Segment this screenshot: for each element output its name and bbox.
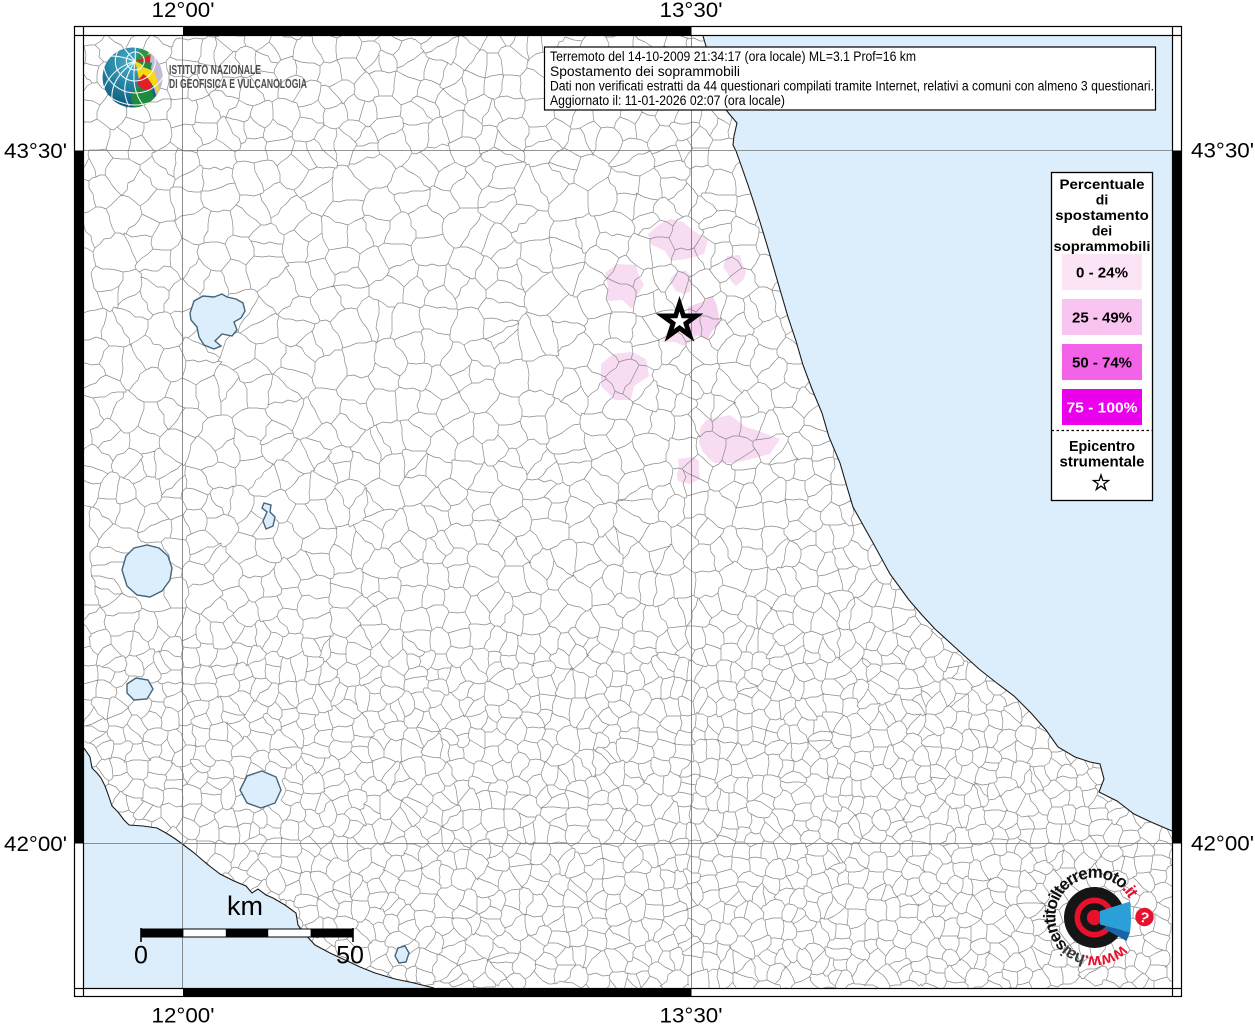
svg-text:43°30': 43°30' bbox=[1191, 139, 1254, 163]
svg-text:0: 0 bbox=[134, 942, 148, 970]
svg-text:25 - 49%: 25 - 49% bbox=[1072, 310, 1132, 327]
svg-text:spostamento: spostamento bbox=[1055, 207, 1149, 223]
svg-text:DI GEOFISICA E VULCANOLOGIA: DI GEOFISICA E VULCANOLOGIA bbox=[169, 76, 307, 91]
svg-text:Spostamento dei soprammobili: Spostamento dei soprammobili bbox=[550, 64, 740, 79]
svg-text:Percentuale: Percentuale bbox=[1060, 176, 1145, 192]
svg-text:42°00': 42°00' bbox=[4, 832, 67, 856]
svg-text:ISTITUTO NAZIONALE: ISTITUTO NAZIONALE bbox=[169, 62, 261, 77]
svg-text:soprammobili: soprammobili bbox=[1054, 238, 1151, 254]
svg-text:Terremoto del 14-10-2009 21:34: Terremoto del 14-10-2009 21:34:17 (ora l… bbox=[550, 49, 916, 64]
svg-text:13°30': 13°30' bbox=[660, 0, 723, 22]
svg-text:12°00': 12°00' bbox=[152, 1004, 215, 1024]
svg-text:50 - 74%: 50 - 74% bbox=[1072, 355, 1132, 372]
svg-text:13°30': 13°30' bbox=[660, 1004, 723, 1024]
svg-text:43°30': 43°30' bbox=[4, 139, 67, 163]
svg-text:0 - 24%: 0 - 24% bbox=[1076, 265, 1128, 282]
svg-text:12°00': 12°00' bbox=[152, 0, 215, 22]
svg-text:dei: dei bbox=[1092, 223, 1112, 239]
svg-text:di: di bbox=[1096, 192, 1108, 208]
svg-text:75 - 100%: 75 - 100% bbox=[1067, 400, 1138, 417]
svg-text:50: 50 bbox=[336, 942, 364, 970]
svg-text:42°00': 42°00' bbox=[1191, 832, 1254, 856]
svg-text:Aggiornato il: 11-01-2026 02:0: Aggiornato il: 11-01-2026 02:07 (ora loc… bbox=[550, 93, 785, 108]
svg-text:Epicentro: Epicentro bbox=[1069, 438, 1135, 455]
svg-text:Dati non verificati estratti d: Dati non verificati estratti da 44 quest… bbox=[550, 79, 1154, 94]
svg-text:strumentale: strumentale bbox=[1060, 454, 1145, 471]
svg-text:km: km bbox=[227, 891, 263, 921]
